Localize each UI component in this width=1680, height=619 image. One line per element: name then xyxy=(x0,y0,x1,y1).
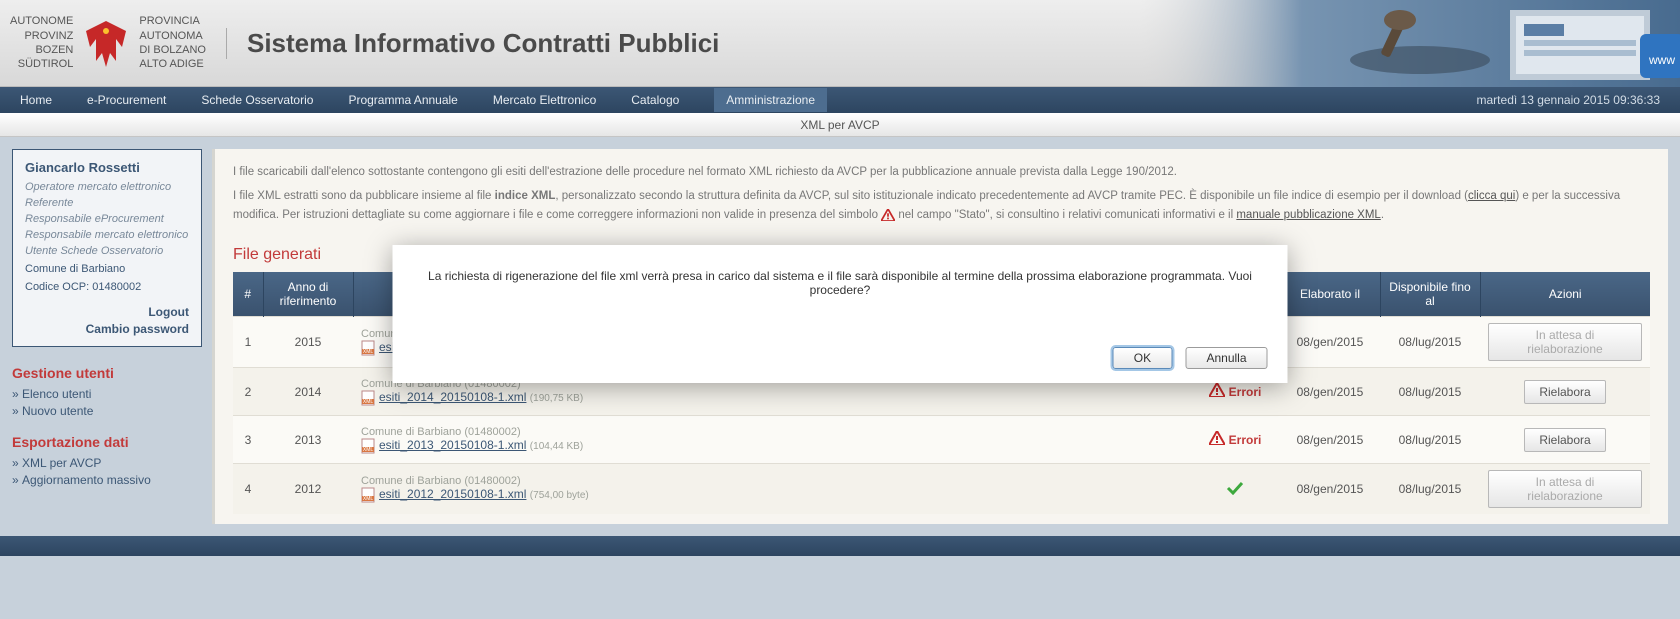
nav-programma[interactable]: Programma Annuale xyxy=(348,93,457,107)
eagle-logo-icon xyxy=(81,16,131,71)
header: AUTONOMEPROVINZBOZENSÜDTIROL PROVINCIAAU… xyxy=(0,0,1680,87)
confirm-modal: La richiesta di rigenerazione del file x… xyxy=(393,245,1288,383)
side-sect-export: Esportazione dati xyxy=(12,434,202,450)
modal-message: La richiesta di rigenerazione del file x… xyxy=(413,269,1268,297)
logo-text-right: PROVINCIAAUTONOMADI BOLZANOALTO ADIGE xyxy=(139,14,206,71)
svg-text:www: www xyxy=(1648,53,1675,67)
xml-file-icon: XML xyxy=(361,390,375,406)
logo-block: AUTONOMEPROVINZBOZENSÜDTIROL PROVINCIAAU… xyxy=(10,14,206,71)
th-azioni: Azioni xyxy=(1480,272,1650,317)
intro-text: I file scaricabili dall'elenco sottostan… xyxy=(233,163,1650,224)
subnav: XML per AVCP xyxy=(0,113,1680,137)
check-icon xyxy=(1226,484,1244,498)
th-disp: Disponibile fino al xyxy=(1380,272,1480,317)
side-sect-users: Gestione utenti xyxy=(12,365,202,381)
user-box: Giancarlo Rossetti Operatore mercato ele… xyxy=(12,149,202,347)
nav-amministrazione[interactable]: Amministrazione xyxy=(714,88,827,112)
header-art: www xyxy=(1140,0,1680,87)
file-link[interactable]: esiti_2012_20150108-1.xml xyxy=(379,487,526,501)
nav-datetime: martedì 13 gennaio 2015 09:36:33 xyxy=(1477,93,1660,107)
footer-bar xyxy=(0,536,1680,556)
table-row: 32013Comune di Barbiano (01480002)XMLesi… xyxy=(233,416,1650,464)
nav-home[interactable]: Home xyxy=(20,93,52,107)
th-elab: Elaborato il xyxy=(1280,272,1380,317)
file-link[interactable]: esiti_2014_20150108-1.xml xyxy=(379,390,526,404)
role-0[interactable]: Operatore mercato elettronico xyxy=(25,181,189,193)
xml-file-icon: XML xyxy=(361,438,375,454)
action-button[interactable]: Rielabora xyxy=(1524,380,1605,404)
file-link[interactable]: esiti_2013_20150108-1.xml xyxy=(379,438,526,452)
th-idx: # xyxy=(233,272,263,317)
table-row: 42012Comune di Barbiano (01480002)XMLesi… xyxy=(233,464,1650,515)
user-name: Giancarlo Rossetti xyxy=(25,160,189,175)
action-button: In attesa di rielaborazione xyxy=(1488,323,1642,361)
modal-cancel-button[interactable]: Annulla xyxy=(1185,347,1267,369)
app-title: Sistema Informativo Contratti Pubblici xyxy=(226,28,719,59)
sidebar: Giancarlo Rossetti Operatore mercato ele… xyxy=(12,149,202,524)
warning-icon xyxy=(1209,383,1225,400)
modal-ok-button[interactable]: OK xyxy=(1113,347,1172,369)
th-year: Anno di riferimento xyxy=(263,272,353,317)
org-code: Codice OCP: 01480002 xyxy=(25,281,189,293)
side-link-elenco[interactable]: Elenco utenti xyxy=(12,387,202,401)
svg-text:XML: XML xyxy=(363,349,374,355)
error-status: Errori xyxy=(1209,383,1262,400)
side-link-aggiorna[interactable]: Aggiornamento massivo xyxy=(12,473,202,487)
role-4[interactable]: Utente Schede Osservatorio xyxy=(25,245,189,257)
role-1[interactable]: Referente xyxy=(25,197,189,209)
change-password-link[interactable]: Cambio password xyxy=(25,322,189,336)
action-button[interactable]: Rielabora xyxy=(1524,428,1605,452)
nav-schede[interactable]: Schede Osservatorio xyxy=(201,93,313,107)
warning-icon xyxy=(1209,431,1225,448)
xml-file-icon: XML xyxy=(361,487,375,503)
action-button: In attesa di rielaborazione xyxy=(1488,470,1642,508)
logo-text-left: AUTONOMEPROVINZBOZENSÜDTIROL xyxy=(10,14,73,71)
logout-link[interactable]: Logout xyxy=(25,305,189,319)
nav-eprocurement[interactable]: e-Procurement xyxy=(87,93,166,107)
manual-link[interactable]: manuale pubblicazione XML xyxy=(1236,209,1380,221)
svg-text:XML: XML xyxy=(363,447,374,453)
xml-file-icon: XML xyxy=(361,340,375,356)
side-link-nuovo[interactable]: Nuovo utente xyxy=(12,404,202,418)
side-link-xml[interactable]: XML per AVCP xyxy=(12,456,202,470)
svg-text:XML: XML xyxy=(363,399,374,405)
download-sample-link[interactable]: clicca qui xyxy=(1468,190,1515,202)
org-name: Comune di Barbiano xyxy=(25,263,189,275)
role-2[interactable]: Responsabile eProcurement xyxy=(25,213,189,225)
navbar: Home e-Procurement Schede Osservatorio P… xyxy=(0,87,1680,113)
warning-icon xyxy=(881,209,895,221)
nav-mercato[interactable]: Mercato Elettronico xyxy=(493,93,596,107)
role-3[interactable]: Responsabile mercato elettronico xyxy=(25,229,189,241)
error-status: Errori xyxy=(1209,431,1262,448)
nav-catalogo[interactable]: Catalogo xyxy=(631,93,679,107)
svg-text:XML: XML xyxy=(363,496,374,502)
